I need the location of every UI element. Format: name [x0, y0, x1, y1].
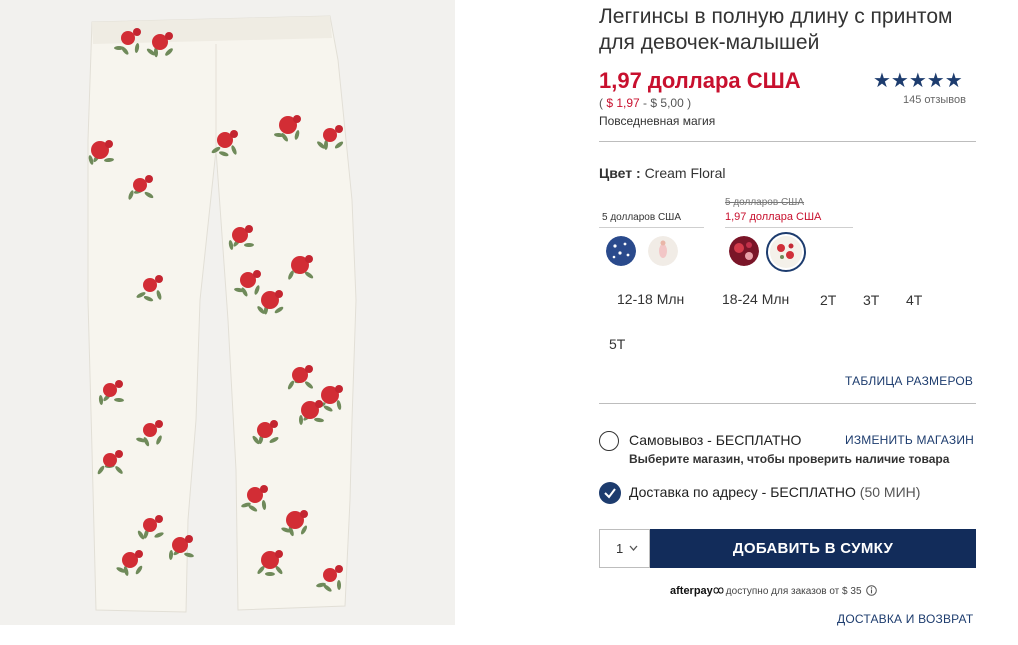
change-store-link[interactable]: ИЗМЕНИТЬ МАГАЗИН [845, 433, 974, 447]
quantity-value: 1 [616, 541, 624, 556]
color-value: Cream Floral [644, 165, 726, 181]
pickup-subtext: Выберите магазин, чтобы проверить наличи… [629, 452, 950, 466]
afterpay-loop-icon [713, 587, 724, 594]
group-divider [599, 227, 704, 228]
shipping-min: (50 МИН) [855, 484, 921, 500]
group-divider [725, 227, 853, 228]
size-option[interactable]: 4T [906, 292, 922, 308]
rating-stars[interactable]: ★★★★★ [873, 68, 963, 93]
swatch-navy-dots[interactable] [606, 236, 636, 266]
afterpay-logo: afterpay [670, 585, 713, 597]
pickup-radio[interactable] [599, 431, 619, 451]
shipping-label-text: Доставка по адресу - БЕСПЛАТНО [629, 484, 856, 500]
color-label: Цвет : Cream Floral [599, 165, 725, 181]
shipping-radio-checked[interactable] [599, 482, 621, 504]
checkmark-icon [604, 488, 616, 499]
product-image[interactable] [0, 0, 455, 625]
sale-price: 1,97 доллара США [599, 68, 801, 93]
shipping-returns-link[interactable]: ДОСТАВКА И ВОЗВРАТ [837, 612, 973, 626]
swatch-cream-floral-selected[interactable] [766, 232, 806, 272]
size-option[interactable]: 12-18 Млн [617, 291, 684, 307]
reviews-count[interactable]: 145 отзывов [903, 94, 966, 106]
shipping-label[interactable]: Доставка по адресу - БЕСПЛАТНО (50 МИН) [629, 484, 920, 500]
swatch-burgundy-floral[interactable] [729, 236, 759, 266]
swatch-group-price: 5 долларов США [602, 212, 682, 223]
size-option[interactable]: 18-24 Млн [722, 291, 789, 307]
add-to-bag-button[interactable]: ДОБАВИТЬ В СУМКУ [650, 529, 976, 568]
info-icon[interactable] [866, 585, 878, 596]
swatch-group-old-price: 5 долларов США [725, 197, 805, 208]
chevron-down-icon [629, 545, 638, 551]
swatch-group-new-price: 1,97 доллара США [725, 211, 822, 223]
pickup-label[interactable]: Самовывоз - БЕСПЛАТНО [629, 432, 801, 448]
swatch-cream-ballet[interactable] [648, 236, 678, 266]
size-option[interactable]: 5T [609, 336, 625, 352]
size-chart-link[interactable]: ТАБЛИЦА РАЗМЕРОВ [845, 374, 973, 388]
brand-label: Повседневная магия [599, 114, 716, 128]
afterpay-note: afterpay доступно для заказов от $ 35 [670, 585, 878, 597]
range-rest: - $ 5,00 ) [639, 96, 692, 110]
size-option[interactable]: 3T [863, 292, 879, 308]
product-title: Леггинсы в полную длину с принтом для де… [599, 5, 953, 54]
color-label-key: Цвет : [599, 165, 641, 181]
quantity-select[interactable]: 1 [599, 529, 650, 568]
size-option[interactable]: 2T [820, 292, 836, 308]
divider [599, 141, 976, 142]
price-range: ( $ 1,97 - $ 5,00 ) [599, 96, 691, 110]
range-low: $ 1,97 [606, 96, 640, 110]
divider [599, 403, 976, 404]
afterpay-text: доступно для заказов от $ 35 [725, 586, 862, 597]
